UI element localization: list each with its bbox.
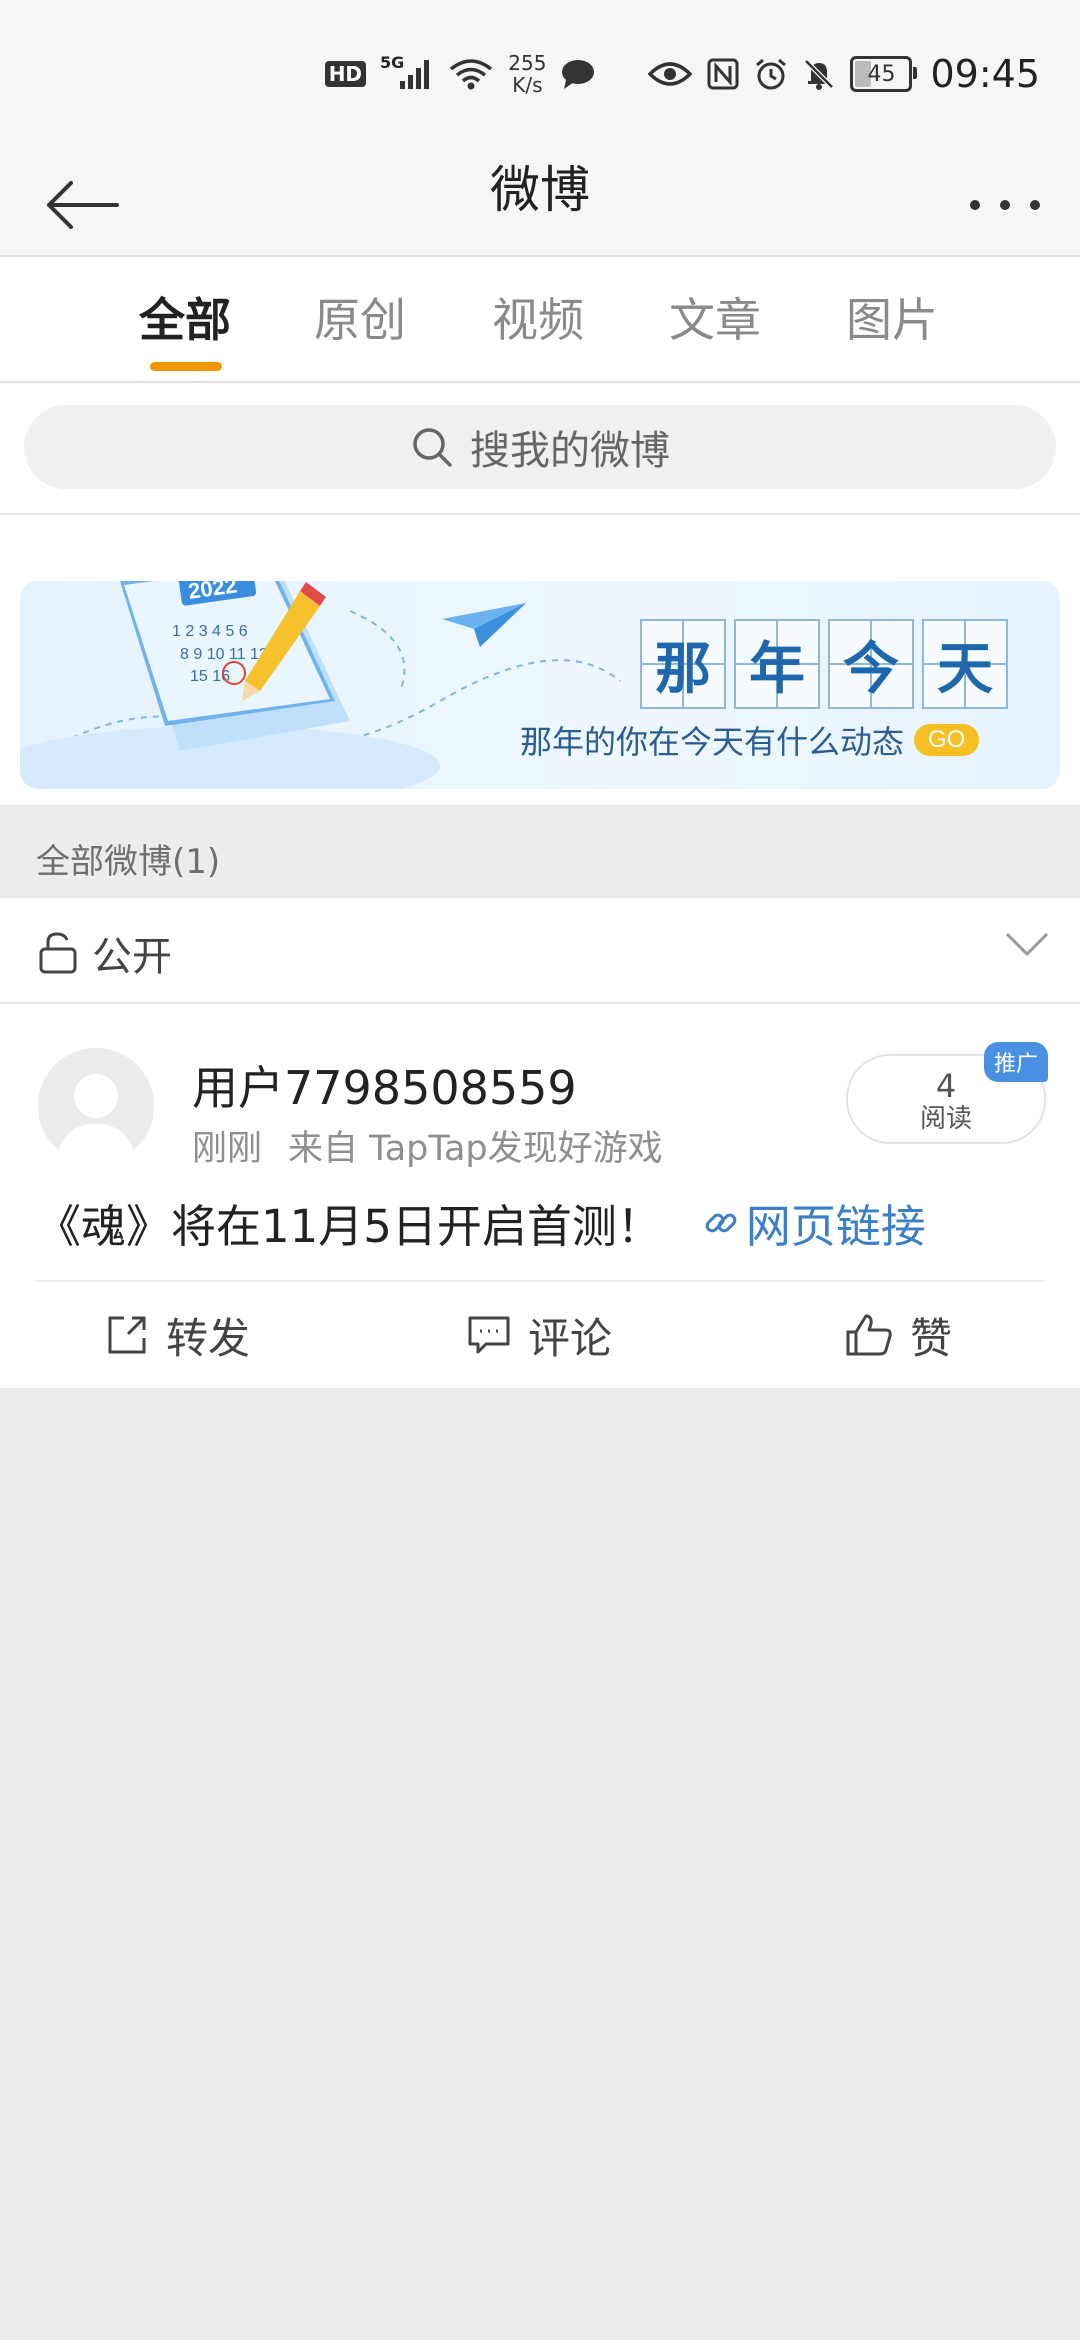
share-icon (108, 1316, 146, 1354)
post-content: 《魂》将在11月5日开启首测！ 网页链接 (36, 1190, 926, 1255)
network-speed-unit: K/s (512, 73, 543, 97)
tab-original[interactable]: 原创 (280, 257, 440, 381)
paper-plane-icon (442, 603, 526, 647)
status-icons: HD 5G 255 K/s 45 09:45 (324, 52, 1040, 96)
network-speed-value: 255 (508, 51, 547, 75)
post-source[interactable]: 来自 TapTap发现好游戏 (288, 1120, 663, 1171)
tab-video[interactable]: 视频 (458, 257, 618, 381)
search-placeholder: 搜我的微博 (470, 428, 670, 474)
active-tab-indicator (150, 362, 222, 371)
search-input[interactable]: 搜我的微博 (24, 405, 1056, 489)
web-link-label: 网页链接 (745, 1200, 926, 1253)
on-this-day-banner[interactable]: 2022 1 2 3 4 5 6 8 9 10 11 12 15 16 那 年 … (20, 581, 1060, 789)
banner-title-char: 今 (828, 619, 914, 709)
read-label: 阅读 (919, 1104, 972, 1134)
visibility-filter[interactable]: 公开 (0, 896, 1080, 1004)
tab-article[interactable]: 文章 (635, 257, 795, 381)
read-count-badge[interactable]: 4 阅读 推广 (846, 1042, 1048, 1144)
cellular-signal-icon: 5G (380, 53, 434, 91)
svg-text:1 2 3 4 5 6: 1 2 3 4 5 6 (172, 623, 248, 640)
message-icon (560, 58, 596, 90)
network-type-label: 5G (380, 52, 405, 72)
banner-title-char: 年 (734, 619, 820, 709)
eye-icon (648, 59, 693, 89)
unlock-icon (39, 932, 77, 974)
mute-bell-icon (802, 57, 836, 91)
banner-title-char: 那 (640, 619, 726, 709)
visibility-label: 公开 (92, 934, 172, 980)
thumbs-up-icon (846, 1314, 892, 1356)
visibility-label-group: 公开 (38, 924, 172, 982)
post-card: 用户7798508559 刚刚 来自 TapTap发现好游戏 4 阅读 推广 《… (0, 1004, 1080, 1388)
post-meta: 刚刚 来自 TapTap发现好游戏 (192, 1120, 663, 1171)
like-button[interactable]: 赞 (844, 1282, 952, 1388)
alarm-icon (754, 57, 788, 91)
banner-title: 那 年 今 天 (640, 619, 1008, 709)
like-label: 赞 (910, 1313, 953, 1363)
banner-subtitle: 那年的你在今天有什么动态 GO (520, 717, 980, 763)
post-actions: 转发 评论 赞 (0, 1282, 1080, 1388)
banner-title-char: 天 (922, 619, 1008, 709)
web-link[interactable]: 网页链接 (702, 1190, 926, 1255)
more-options-button[interactable] (960, 170, 1050, 240)
calendar-illustration-icon: 2022 1 2 3 4 5 6 8 9 10 11 12 15 16 (120, 581, 350, 751)
section-title: 全部微博(1) (36, 842, 221, 882)
banner-subtitle-text: 那年的你在今天有什么动态 (520, 723, 905, 761)
tab-image[interactable]: 图片 (812, 257, 972, 381)
status-bar: HD 5G 255 K/s 45 09:45 (0, 0, 1080, 150)
wifi-icon (448, 57, 494, 91)
banner-section: 2022 1 2 3 4 5 6 8 9 10 11 12 15 16 那 年 … (0, 515, 1080, 805)
page-title: 微博 (490, 161, 590, 219)
comment-icon (468, 1316, 510, 1354)
post-username[interactable]: 用户7798508559 (192, 1052, 577, 1118)
post-time: 刚刚 (192, 1129, 263, 1169)
title-bar: 微博 (0, 150, 1080, 257)
default-avatar-icon (38, 1048, 154, 1164)
back-arrow-icon (47, 181, 119, 229)
nfc-icon (706, 57, 740, 91)
search-section: 搜我的微博 (0, 383, 1080, 515)
avatar[interactable] (38, 1048, 154, 1164)
more-dots-icon (970, 200, 1040, 210)
back-button[interactable] (36, 170, 126, 240)
svg-text:8 9 10 11 12: 8 9 10 11 12 (180, 646, 268, 663)
repost-label: 转发 (166, 1313, 251, 1363)
comment-button[interactable]: 评论 (466, 1282, 612, 1388)
network-speed: 255 K/s (508, 52, 546, 96)
link-icon (705, 1213, 737, 1232)
battery-icon: 45 (850, 56, 918, 92)
comment-label: 评论 (528, 1313, 613, 1363)
chevron-down-icon[interactable] (1004, 930, 1050, 958)
post-text: 《魂》将在11月5日开启首测！ (36, 1200, 662, 1253)
repost-button[interactable]: 转发 (104, 1282, 250, 1388)
battery-level: 45 (867, 61, 896, 87)
clock: 09:45 (930, 52, 1040, 96)
hd-icon: HD (324, 61, 367, 87)
search-icon (413, 428, 452, 467)
promote-tag[interactable]: 推广 (983, 1042, 1048, 1082)
section-header: 全部微博(1) (0, 806, 1080, 896)
go-button[interactable]: GO (914, 724, 980, 756)
